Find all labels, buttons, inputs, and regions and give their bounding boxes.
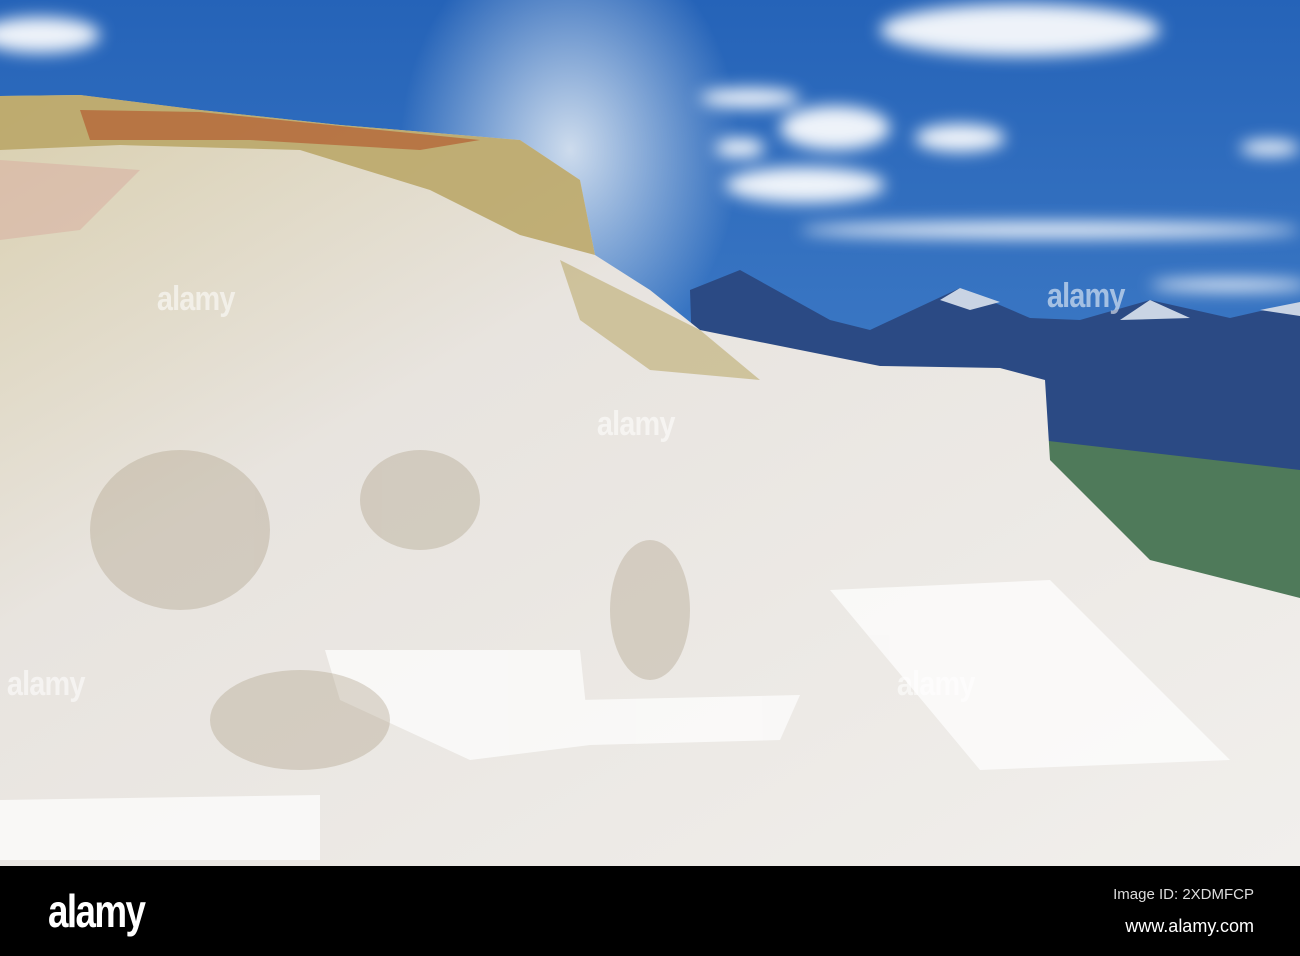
footer-bar: alamy Image ID: 2XDMFCP www.alamy.com bbox=[0, 866, 1300, 956]
watermark-text: alamy bbox=[1046, 277, 1126, 315]
watermark-text: alamy bbox=[596, 405, 676, 443]
watermark-text: alamy bbox=[6, 665, 86, 703]
stock-photo-page: alamy alamy alamy alamy alamy alamy Imag… bbox=[0, 0, 1300, 956]
image-id: Image ID: 2XDMFCP bbox=[1113, 886, 1254, 903]
watermark-text: alamy bbox=[156, 280, 236, 318]
alamy-logo: alamy bbox=[48, 885, 146, 937]
watermark-text: alamy bbox=[896, 665, 976, 703]
website-link[interactable]: www.alamy.com bbox=[1125, 916, 1254, 937]
